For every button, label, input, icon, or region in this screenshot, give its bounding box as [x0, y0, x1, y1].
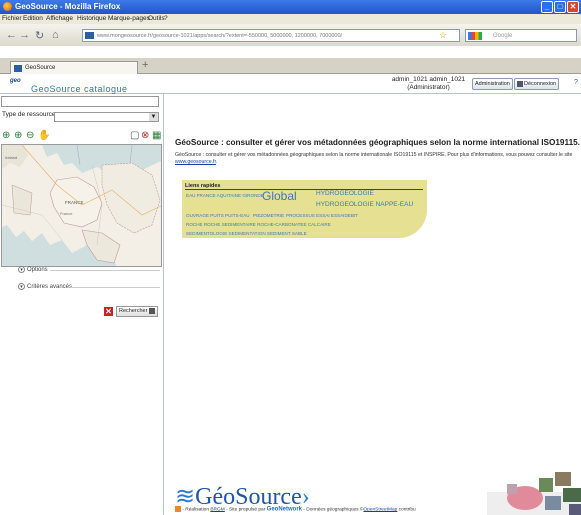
map-label-ireland: Ireland: [5, 155, 18, 160]
quick-links-panel: Liens rapides EAU FRANCE AQUITAINE GIRON…: [182, 180, 427, 238]
map-canvas: [2, 145, 161, 266]
tab-favicon: [14, 65, 22, 72]
administration-button[interactable]: Administration: [472, 78, 513, 90]
url-bar[interactable]: www.mongeosource.fr/geosource-1021/apps/…: [82, 29, 460, 42]
page-title: GéoSource : consulter et gérer vos métad…: [175, 138, 580, 147]
options-label: Options: [27, 267, 48, 274]
back-icon[interactable]: ←: [6, 29, 17, 41]
quick-links-title: Liens rapides: [185, 183, 423, 190]
pan-hand-icon[interactable]: ✋: [38, 130, 50, 141]
keyword-link[interactable]: PIEZOMETRIE: [253, 213, 284, 218]
divider: [50, 270, 160, 271]
keyword-link[interactable]: HYDROGEOLOGIE NAPPE-EAU: [316, 201, 413, 208]
close-window-button[interactable]: ✕: [567, 1, 579, 13]
advanced-criteria-toggle[interactable]: ▾ Critères avancés: [18, 283, 72, 290]
menu-outils[interactable]: Outils: [148, 15, 165, 22]
brgm-link[interactable]: BRGM: [210, 507, 224, 512]
thumbnail-images: [487, 472, 581, 515]
thumbnail-collage: [487, 472, 581, 515]
options-toggle[interactable]: ▾ Options: [18, 266, 48, 273]
keyword-link[interactable]: HYDROGEOLOGIE: [316, 190, 374, 197]
menu-fichier[interactable]: Fichier: [2, 15, 22, 22]
map-label-france: FRANCE: [65, 200, 84, 205]
rss-icon[interactable]: [175, 506, 181, 512]
user-name: admin_1021 admin_1021: [391, 76, 466, 83]
footer-text-3: - Données géographiques ©: [303, 507, 364, 513]
chevron-down-icon: ▾: [18, 266, 25, 273]
menu-marque-pages[interactable]: Marque-pages: [108, 15, 150, 22]
window-title: GeoSource - Mozilla Firefox: [15, 2, 121, 11]
navigation-toolbar: ← → ↻ ⌂ www.mongeosource.fr/geosource-10…: [0, 24, 581, 46]
geo-logo: geo: [10, 78, 21, 84]
menu-edition[interactable]: Edition: [23, 15, 43, 22]
maximize-button[interactable]: □: [554, 1, 566, 13]
search-map[interactable]: Ireland FRANCE France: [1, 144, 162, 267]
keyword-link[interactable]: OUVRAGE PUITS PUITS-EAU: [186, 213, 250, 218]
keyword-link[interactable]: EAU FRANCE AQUITAINE GIRONDE: [186, 193, 264, 198]
menu-historique[interactable]: Historique: [77, 15, 106, 22]
menu-help[interactable]: ?: [164, 15, 168, 22]
url-text: www.mongeosource.fr/geosource-1021/apps/…: [97, 33, 343, 39]
web-search-box[interactable]: Google: [465, 29, 577, 42]
search-button[interactable]: Rechercher: [116, 306, 158, 317]
globe-icon[interactable]: ⊕: [2, 130, 10, 141]
zoom-out-icon[interactable]: ⊖: [26, 130, 34, 141]
chevron-down-icon: ▾: [18, 283, 25, 290]
search-button-label: Rechercher: [119, 308, 148, 314]
window-titlebar: GeoSource - Mozilla Firefox _ □ ✕: [0, 0, 581, 14]
map-label-france-2: France: [60, 211, 73, 216]
keyword-link[interactable]: PROCESSUS ESSAI ESSAIDEBIT: [286, 213, 358, 218]
zoom-in-icon[interactable]: ⊕: [14, 130, 22, 141]
reset-search-icon[interactable]: ✕: [104, 307, 113, 316]
layers-icon[interactable]: ▦: [152, 130, 161, 141]
geonetwork-logo[interactable]: GeoNetwork: [267, 506, 302, 512]
catalog-title: GeoSource catalogue: [31, 84, 128, 94]
minimize-button[interactable]: _: [541, 1, 553, 13]
search-input[interactable]: [1, 96, 159, 107]
logout-button[interactable]: Déconnexion: [514, 78, 560, 90]
footer-text-4: contribu: [398, 507, 416, 513]
search-sidebar: Type de ressource: ▼ ⊕ ⊕ ⊖ ✋ ▢ ⊗ ▦ Irela…: [0, 94, 164, 515]
geosource-link[interactable]: www.geosource.fr: [175, 159, 216, 165]
search-engine-placeholder: Google: [493, 33, 513, 39]
logout-label: Déconnexion: [524, 81, 557, 87]
logout-icon: [517, 80, 523, 87]
description-text: GéoSource : consulter et gérer vos métad…: [175, 152, 573, 158]
advanced-criteria-label: Critères avancés: [27, 284, 73, 291]
resource-type-label: Type de ressource:: [2, 111, 58, 118]
main-content: GéoSource : consulter et gérer vos métad…: [165, 94, 581, 515]
osm-link[interactable]: OpenStreetMap: [363, 507, 397, 512]
keyword-link[interactable]: SEDIMENTOLOGIE SEDIMENTATION SEDIMENT SA…: [186, 231, 307, 236]
user-role: (Administrator): [407, 84, 450, 91]
chevron-down-icon[interactable]: ▼: [149, 113, 158, 121]
map-toolbar: ⊕ ⊕ ⊖ ✋ ▢ ⊗ ▦: [2, 130, 162, 143]
google-icon: [468, 32, 482, 40]
app-header: geo GeoSource catalogue admin_1021 admin…: [0, 74, 581, 94]
bookmark-star-icon[interactable]: ☆: [439, 30, 447, 41]
help-link[interactable]: ?: [574, 79, 578, 86]
site-favicon: [85, 32, 94, 39]
firefox-icon: [3, 2, 12, 11]
footer-text-2: - Site propulsé par: [226, 507, 266, 513]
keyword-link[interactable]: Global: [262, 189, 297, 203]
clear-icon[interactable]: ⊗: [141, 130, 149, 141]
divider: [70, 287, 160, 288]
new-tab-button[interactable]: +: [142, 59, 148, 71]
search-icon: [148, 307, 155, 314]
home-icon[interactable]: ⌂: [52, 29, 59, 41]
resource-type-select[interactable]: ▼: [54, 112, 159, 122]
tab-bar: GeoSource +: [0, 58, 581, 74]
footer-credits: - Réalisation BRGM - Site propulsé par G…: [175, 506, 416, 512]
menu-bar: Fichier Edition Affichage Historique Mar…: [0, 14, 581, 24]
tab-geosource[interactable]: GeoSource: [10, 61, 138, 74]
description: GéoSource : consulter et gérer vos métad…: [175, 152, 573, 165]
footer-text-1: - Réalisation: [182, 507, 210, 513]
menu-affichage[interactable]: Affichage: [46, 15, 73, 22]
forward-icon[interactable]: →: [19, 29, 30, 41]
keyword-link[interactable]: ROCHE ROCHE SEDIMENTAIRE ROCHE-CARBONATE…: [186, 222, 331, 227]
user-info: admin_1021 admin_1021 (Administrator): [386, 76, 471, 92]
select-box-icon[interactable]: ▢: [130, 130, 139, 141]
tab-label: GeoSource: [25, 65, 56, 71]
reload-icon[interactable]: ↻: [35, 29, 44, 42]
